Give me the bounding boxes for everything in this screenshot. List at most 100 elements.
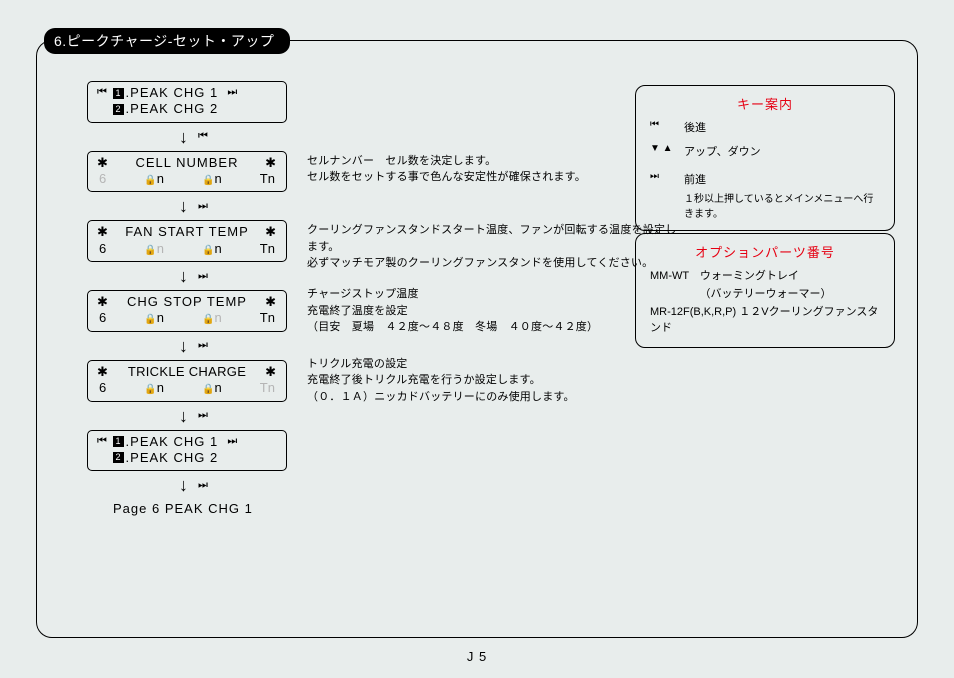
value-b: 🔒n [144, 380, 164, 397]
lcd-row: 6 🔒n 🔒n Tn [97, 380, 277, 397]
nav-icon: ⏭ [198, 409, 208, 422]
value-d: Tn [260, 380, 275, 397]
value-b: 🔒n [144, 310, 164, 327]
lcd-row: 6 🔒n 🔒n Tn [97, 310, 277, 327]
step-5: ⏮ 1 .PEAK CHG 1 ⏭ ⏮ 2 .PEAK CHG 2 ↓ ⏭ [87, 430, 647, 496]
lcd-box: ✱ FAN START TEMP ✱ 6 🔒n 🔒n Tn [87, 220, 287, 262]
star-icon: ✱ [265, 155, 277, 171]
value-d: Tn [260, 171, 275, 188]
nav-icon: ⏭ [198, 339, 208, 352]
lcd-title: CELL NUMBER [136, 155, 239, 171]
key-label: アップ、ダウン [684, 143, 761, 159]
step-0: ⏮ 1 .PEAK CHG 1 ⏭ ⏮ 2 .PEAK CHG 2 ↓ ⏮ [87, 81, 647, 147]
item-number: 2 [113, 104, 124, 115]
star-icon: ✱ [265, 224, 277, 240]
item-number: 1 [113, 436, 124, 447]
flow-column: ⏮ 1 .PEAK CHG 1 ⏭ ⏮ 2 .PEAK CHG 2 ↓ ⏮ [87, 81, 647, 516]
key-label: 前進 [684, 171, 706, 187]
nav-icon: ⏭ [198, 479, 208, 492]
value-c: 🔒n [202, 380, 222, 397]
lcd-box: ✱ CELL NUMBER ✱ 6 🔒n 🔒n Tn [87, 151, 287, 193]
main-frame: ⏮ 1 .PEAK CHG 1 ⏭ ⏮ 2 .PEAK CHG 2 ↓ ⏮ [36, 40, 918, 638]
star-icon: ✱ [265, 364, 277, 380]
value-c: 🔒n [202, 310, 222, 327]
panel-title: オプションパーツ番号 [650, 242, 880, 261]
lcd-row: ✱ TRICKLE CHARGE ✱ [97, 364, 277, 380]
page-footer: J 5 [0, 649, 954, 664]
next-icon: ⏭ [227, 86, 238, 100]
value-b: 🔒n [144, 241, 164, 258]
nav-icon: ⏮ [198, 130, 208, 143]
lcd-box: ✱ TRICKLE CHARGE ✱ 6 🔒n 🔒n Tn [87, 360, 287, 402]
key-label: 後進 [684, 119, 706, 135]
step-3: ✱ CHG STOP TEMP ✱ 6 🔒n 🔒n Tn チャージストップ温度充… [87, 290, 647, 356]
star-icon: ✱ [97, 155, 109, 171]
lcd-row: ⏮ 1 .PEAK CHG 1 ⏭ [97, 434, 277, 450]
key-row: ▼ ▲ アップ、ダウン [650, 143, 880, 159]
lcd-box: ⏮ 1 .PEAK CHG 1 ⏭ ⏮ 2 .PEAK CHG 2 [87, 430, 287, 472]
step-desc: クーリングファンスタンドスタート温度、ファンが回転する温度を設定します。必ずマッ… [307, 222, 687, 272]
opt-line: （バッテリーウォーマー） [650, 285, 880, 301]
arrow-down-icon: ↓ [179, 407, 188, 425]
lcd-row: 6 🔒n 🔒n Tn [97, 241, 277, 258]
star-icon: ✱ [265, 294, 277, 310]
value-b: 🔒n [144, 171, 164, 188]
star-icon: ✱ [97, 294, 109, 310]
star-icon: ✱ [97, 224, 109, 240]
value-d: Tn [260, 241, 275, 258]
arrow-down-icon: ↓ [179, 128, 188, 146]
arrow-down-icon: ↓ [179, 267, 188, 285]
value-a: 6 [99, 310, 106, 327]
key-guide-panel: キー案内 ⏮ 後進 ▼ ▲ アップ、ダウン ⏭ 前進 １秒以上押しているとメイン… [635, 85, 895, 231]
step-1: ✱ CELL NUMBER ✱ 6 🔒n 🔒n Tn セルナンバー セル数を決定… [87, 151, 647, 217]
opt-line: MR-12F(B,K,R,P) １２Vクーリングファンスタンド [650, 303, 880, 335]
value-d: Tn [260, 310, 275, 327]
value-a: 6 [99, 241, 106, 258]
up-down-icon: ▼ ▲ [650, 143, 676, 154]
lcd-text: .PEAK CHG 1 [126, 434, 219, 450]
star-icon: ✱ [97, 364, 109, 380]
lcd-row: ⏮ 2 .PEAK CHG 2 [97, 101, 277, 117]
item-number: 2 [113, 452, 124, 463]
next-icon: ⏭ [650, 171, 676, 182]
opt-line: MM-WT ウォーミングトレイ [650, 267, 880, 283]
arrow-down-icon: ↓ [179, 476, 188, 494]
step-4: ✱ TRICKLE CHARGE ✱ 6 🔒n 🔒n Tn トリクル充電の設定充… [87, 360, 647, 426]
prev-icon: ⏮ [650, 119, 676, 130]
item-number: 1 [113, 88, 124, 99]
step-desc: チャージストップ温度充電終了温度を設定（目安 夏場 ４２度～４８度 冬場 ４０度… [307, 286, 667, 336]
lcd-text: .PEAK CHG 2 [126, 101, 219, 117]
step-desc: セルナンバー セル数を決定します。セル数をセットする事で色んな安定性が確保されま… [307, 153, 667, 186]
section-header: 6.ピークチャージ-セット・アップ [44, 28, 290, 54]
next-icon: ⏭ [227, 435, 238, 449]
lcd-text: .PEAK CHG 1 [126, 85, 219, 101]
lcd-row: ✱ FAN START TEMP ✱ [97, 224, 277, 240]
step-desc: トリクル充電の設定充電終了後トリクル充電を行うか設定します。（０．１Ａ）ニッカド… [307, 356, 667, 406]
lcd-row: ✱ CHG STOP TEMP ✱ [97, 294, 277, 310]
lcd-title: CHG STOP TEMP [127, 294, 247, 310]
key-row: ⏮ 後進 [650, 119, 880, 135]
page-label: Page 6 PEAK CHG 1 [113, 501, 647, 516]
value-c: 🔒n [202, 171, 222, 188]
key-note: １秒以上押しているとメインメニューへ行きます。 [684, 190, 880, 220]
lcd-box: ✱ CHG STOP TEMP ✱ 6 🔒n 🔒n Tn [87, 290, 287, 332]
prev-icon: ⏮ [97, 435, 108, 449]
value-a: 6 [99, 380, 106, 397]
nav-icon: ⏭ [198, 200, 208, 213]
lcd-box: ⏮ 1 .PEAK CHG 1 ⏭ ⏮ 2 .PEAK CHG 2 [87, 81, 287, 123]
panel-title: キー案内 [650, 94, 880, 113]
nav-icon: ⏭ [198, 270, 208, 283]
key-row: ⏭ 前進 [650, 171, 880, 187]
lcd-row: ⏮ 2 .PEAK CHG 2 [97, 450, 277, 466]
value-c: 🔒n [202, 241, 222, 258]
lcd-row: ✱ CELL NUMBER ✱ [97, 155, 277, 171]
lcd-row: 6 🔒n 🔒n Tn [97, 171, 277, 188]
lcd-row: ⏮ 1 .PEAK CHG 1 ⏭ [97, 85, 277, 101]
lcd-title: FAN START TEMP [125, 224, 249, 240]
step-2: ✱ FAN START TEMP ✱ 6 🔒n 🔒n Tn クーリングファンスタ… [87, 220, 647, 286]
lcd-text: .PEAK CHG 2 [126, 450, 219, 466]
arrow-down-icon: ↓ [179, 337, 188, 355]
value-a: 6 [99, 171, 106, 188]
arrow-down-icon: ↓ [179, 197, 188, 215]
lcd-title: TRICKLE CHARGE [128, 364, 246, 380]
